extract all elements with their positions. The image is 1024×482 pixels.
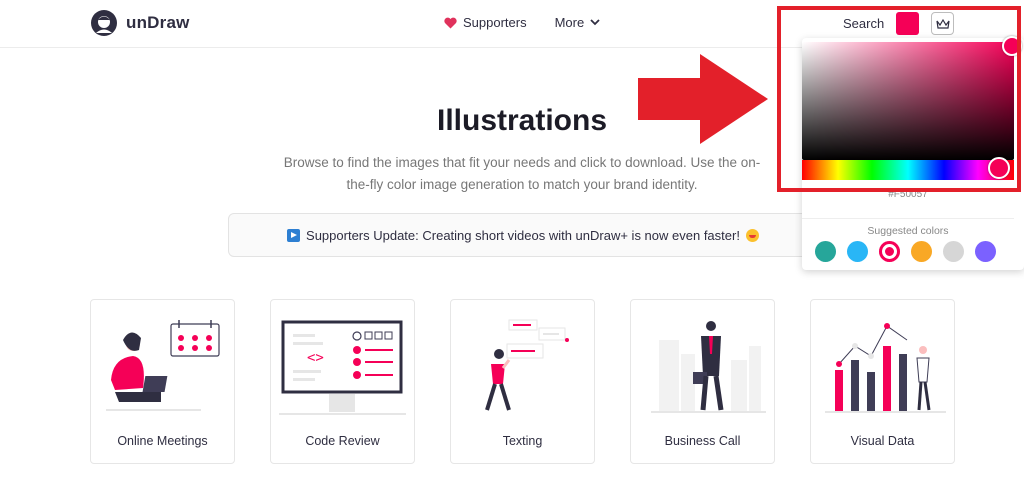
suggested-colors-label: Suggested colors xyxy=(802,218,1014,237)
nav-more-dropdown[interactable]: More xyxy=(555,15,601,30)
red-arrow-annotation xyxy=(638,54,768,144)
suggested-color-swatch[interactable] xyxy=(975,241,996,262)
logo-text: unDraw xyxy=(126,13,190,32)
visual-data-illustration xyxy=(825,323,946,413)
nav-more-label: More xyxy=(554,15,585,30)
heart-icon xyxy=(444,17,457,28)
page-subtitle: Browse to find the images that fit your … xyxy=(283,155,761,192)
hue-slider[interactable] xyxy=(802,157,1014,180)
saturation-handle[interactable] xyxy=(1002,36,1022,56)
chevron-down-icon xyxy=(590,19,600,26)
main-nav: Supporters More xyxy=(444,15,600,30)
supporters-update-banner[interactable]: Supporters Update: Creating short videos… xyxy=(228,213,818,257)
card-label: Texting xyxy=(502,434,543,448)
play-icon xyxy=(287,228,301,242)
banner-text: Supporters Update: Creating short videos… xyxy=(306,227,740,243)
illustration-card-texting[interactable]: Texting xyxy=(450,299,595,464)
suggested-color-swatch[interactable] xyxy=(815,241,836,262)
nav-supporters-label: Supporters xyxy=(463,15,527,30)
illustration-card-business-call[interactable]: Business Call xyxy=(630,299,775,464)
hue-handle[interactable] xyxy=(988,157,1010,179)
business-call-illustration xyxy=(651,321,766,413)
hex-value: #F50057 xyxy=(888,189,928,200)
svg-text:<>: <> xyxy=(307,350,324,366)
suggested-color-swatch[interactable] xyxy=(943,241,964,262)
illustration-card-online-meetings[interactable]: Online Meetings xyxy=(90,299,235,464)
card-label: Code Review xyxy=(305,434,380,448)
crown-icon xyxy=(935,18,950,29)
card-label: Visual Data xyxy=(850,434,915,448)
search-link[interactable]: Search xyxy=(843,16,884,31)
suggested-color-swatch[interactable] xyxy=(847,241,868,262)
saturation-area[interactable] xyxy=(802,36,1022,160)
color-swatch-button[interactable] xyxy=(896,12,919,35)
online-meetings-illustration xyxy=(106,320,220,411)
logo-avatar-icon xyxy=(91,10,117,36)
grinning-emoji-icon xyxy=(745,228,759,242)
card-label: Online Meetings xyxy=(117,434,208,448)
nav-supporters[interactable]: Supporters xyxy=(444,15,527,30)
suggested-colors xyxy=(815,241,996,262)
suggested-color-swatch[interactable] xyxy=(879,241,900,262)
illustration-card-code-review[interactable]: <> Code Review xyxy=(270,299,415,464)
suggested-color-swatch[interactable] xyxy=(911,241,932,262)
card-label: Business Call xyxy=(664,434,741,448)
premium-crown-button[interactable] xyxy=(931,12,954,35)
illustration-card-visual-data[interactable]: Visual Data xyxy=(810,299,955,464)
texting-illustration xyxy=(485,319,569,411)
undraw-logo[interactable]: unDraw xyxy=(90,9,190,37)
code-review-illustration: <> xyxy=(279,320,406,415)
color-picker-popup: #F50057 Suggested colors xyxy=(802,36,1024,270)
